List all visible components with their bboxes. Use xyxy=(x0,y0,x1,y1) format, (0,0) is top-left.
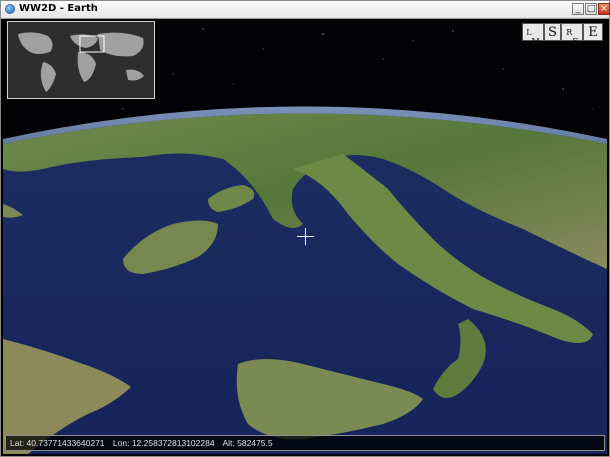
status-bar: Lat: 40.73771433640271 Lon: 12.258372813… xyxy=(5,435,605,451)
altitude-readout: Alt: 582475.5 xyxy=(222,438,273,448)
maximize-icon[interactable]: □ xyxy=(585,3,597,15)
overview-svg xyxy=(8,22,154,98)
minimize-icon[interactable]: _ xyxy=(572,3,584,15)
world-overview-map[interactable] xyxy=(7,21,155,99)
crosshair-icon xyxy=(297,228,314,245)
e-button[interactable]: E xyxy=(583,23,603,41)
close-icon[interactable]: × xyxy=(598,3,610,15)
rf-button[interactable]: RF xyxy=(561,23,583,46)
longitude-readout: Lon: 12.258372813102284 xyxy=(112,438,215,448)
app-window: WW2D - Earth _ □ × LM S RF E Lat: 40.737… xyxy=(0,0,610,457)
s-button[interactable]: S xyxy=(544,23,561,41)
globe-app-icon xyxy=(5,4,15,14)
layer-manager-button[interactable]: LM xyxy=(522,23,544,46)
window-title: WW2D - Earth xyxy=(19,3,98,14)
title-bar[interactable]: WW2D - Earth _ □ × xyxy=(1,1,610,19)
latitude-readout: Lat: 40.73771433640271 xyxy=(10,438,105,448)
